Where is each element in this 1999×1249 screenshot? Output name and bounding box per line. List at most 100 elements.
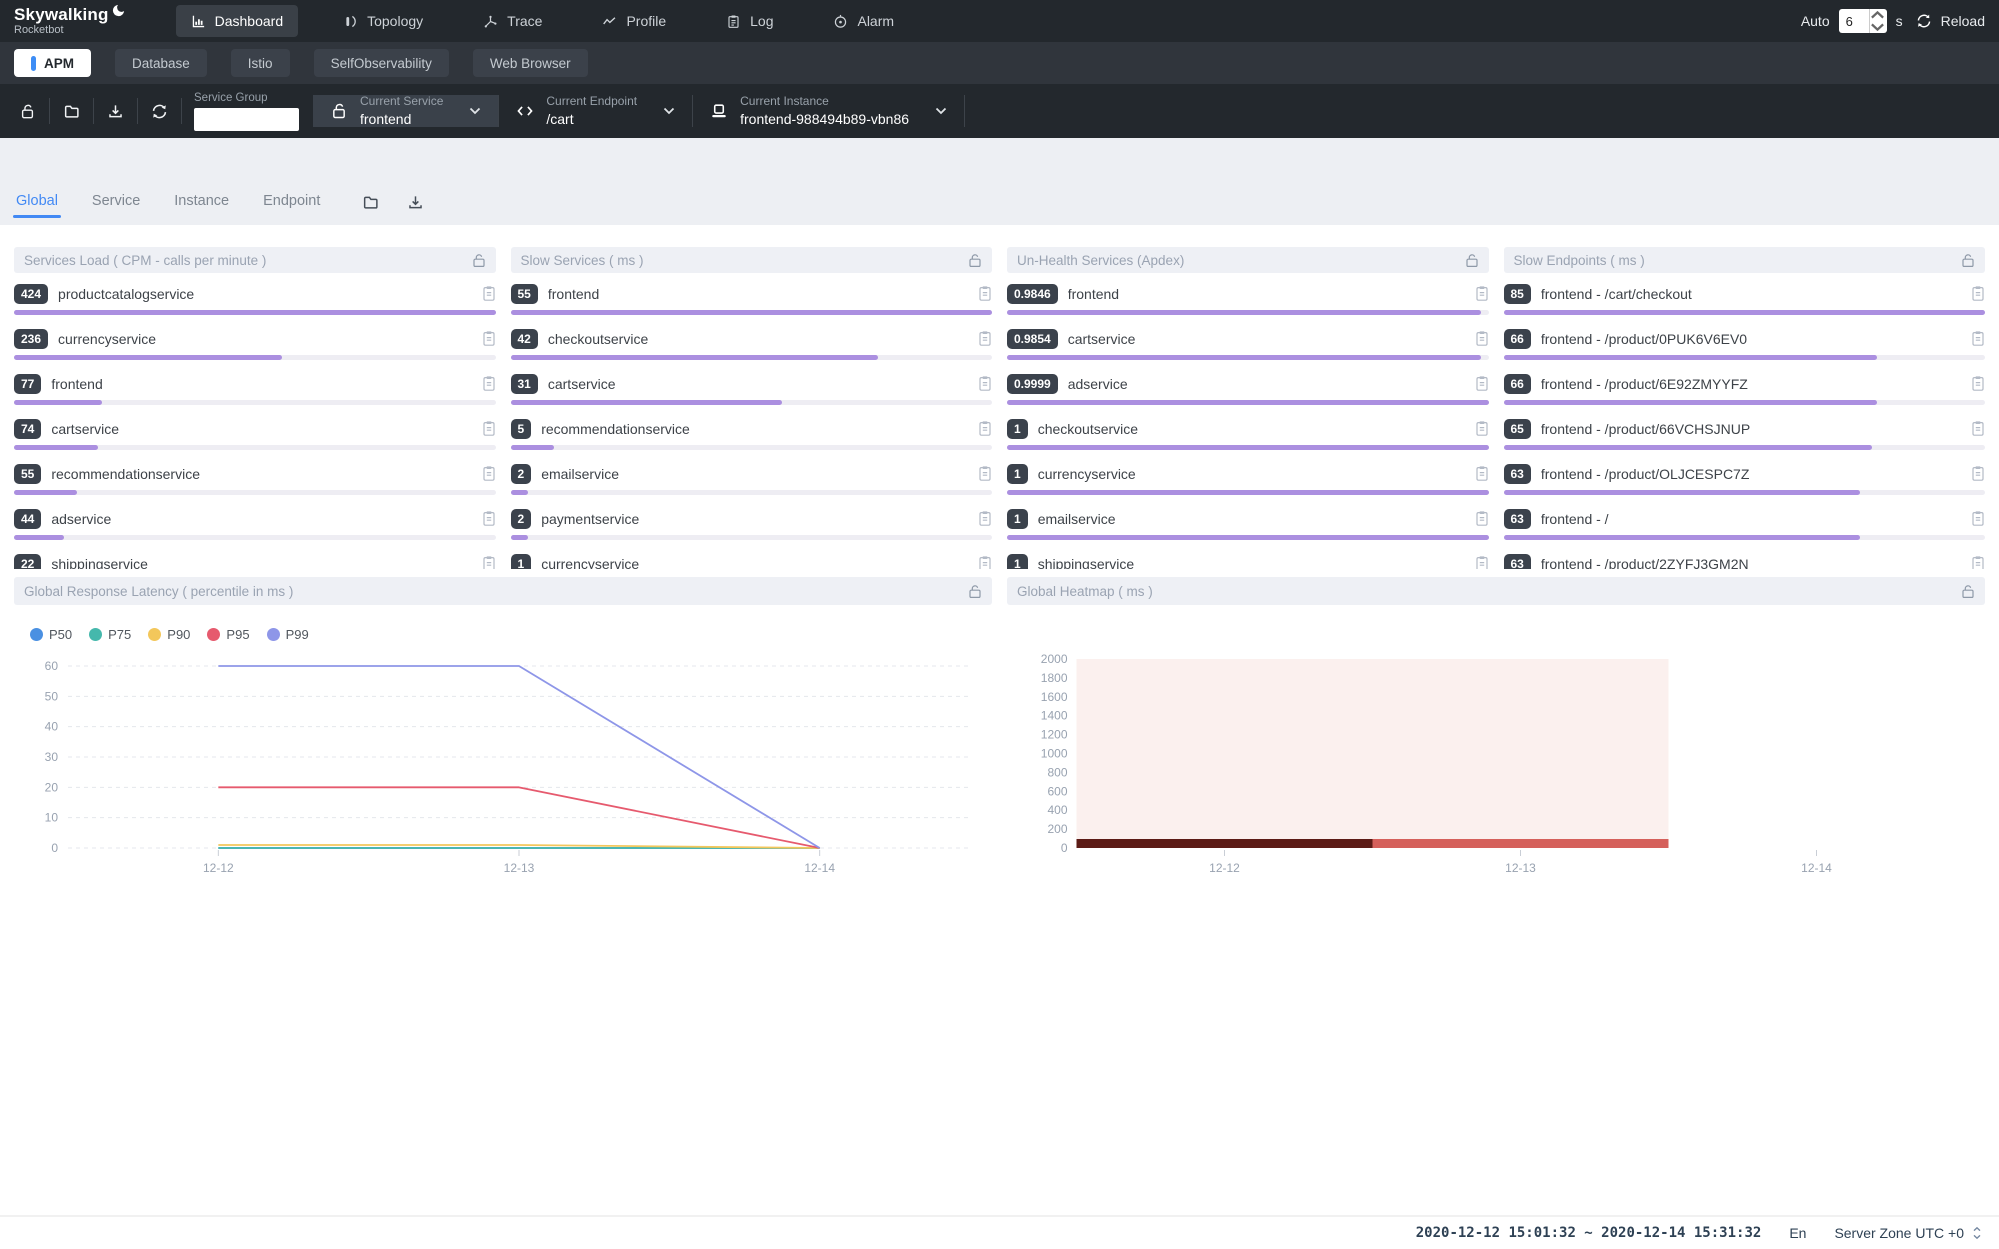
copy-icon[interactable] [978,555,992,569]
copy-icon[interactable] [1971,465,1985,482]
tool-folder-icon[interactable] [50,98,94,124]
copy-icon[interactable] [482,330,496,347]
metric-row-cartservice[interactable]: 74cartservice [14,418,496,450]
copy-icon[interactable] [482,420,496,437]
lock-icon[interactable] [1465,253,1479,268]
lock-icon[interactable] [1961,253,1975,268]
metric-row-frontend[interactable]: 77frontend [14,373,496,405]
auto-value-field[interactable] [1839,14,1869,29]
metric-row-frontend-product-2zyfj3gm2n[interactable]: 63frontend - /product/2ZYFJ3GM2N [1504,553,1986,569]
metric-row-recommendationservice[interactable]: 55recommendationservice [14,463,496,495]
time-range[interactable]: 2020-12-12 15:01:32 ~ 2020-12-14 15:31:3… [1416,1225,1762,1241]
workspace-tab-istio[interactable]: Istio [231,49,290,77]
zone-stepper[interactable] [1971,1225,1983,1241]
metric-row-frontend[interactable]: 63frontend - / [1504,508,1986,540]
service-group-input[interactable] [194,108,299,131]
metric-row-cartservice[interactable]: 31cartservice [511,373,993,405]
copy-icon[interactable] [978,510,992,527]
metric-row-frontend-product-0puk6v6ev0[interactable]: 66frontend - /product/0PUK6V6EV0 [1504,328,1986,360]
copy-icon[interactable] [1475,555,1489,569]
copy-icon[interactable] [1971,555,1985,569]
workspace-tab-database[interactable]: Database [115,49,207,77]
reload-label[interactable]: Reload [1941,13,1985,29]
copy-icon[interactable] [978,330,992,347]
nav-dashboard[interactable]: Dashboard [176,5,299,37]
metric-row-recommendationservice[interactable]: 5recommendationservice [511,418,993,450]
selector-current-instance[interactable]: Current Instancefrontend-988494b89-vbn86 [693,95,965,127]
metric-row-paymentservice[interactable]: 2paymentservice [511,508,993,540]
brand[interactable]: Skywalking Rocketbot [14,6,126,36]
copy-icon[interactable] [482,555,496,569]
tool-lock-icon[interactable] [6,98,50,124]
metric-row-currencyservice[interactable]: 236currencyservice [14,328,496,360]
copy-icon[interactable] [1475,330,1489,347]
nav-trace[interactable]: Trace [468,5,557,37]
copy-icon[interactable] [1475,375,1489,392]
nav-topology[interactable]: Topology [328,5,438,37]
metric-row-adservice[interactable]: 0.9999adservice [1007,373,1489,405]
metric-row-currencyservice[interactable]: 1currencyservice [1007,463,1489,495]
copy-icon[interactable] [482,465,496,482]
metric-row-frontend-product-6e92zmyyfz[interactable]: 66frontend - /product/6E92ZMYYFZ [1504,373,1986,405]
legend-p90[interactable]: P90 [148,627,190,642]
tab-global[interactable]: Global [16,193,58,225]
nav-profile[interactable]: Profile [587,5,681,37]
tab-service[interactable]: Service [92,193,140,225]
tool-refresh-icon[interactable] [138,98,182,124]
lock-icon[interactable] [968,253,982,268]
copy-icon[interactable] [978,420,992,437]
metric-row-shippingservice[interactable]: 22shippingservice [14,553,496,569]
tab-instance[interactable]: Instance [174,193,229,225]
tool-download-icon[interactable] [94,98,138,124]
copy-icon[interactable] [1971,285,1985,302]
metric-row-shippingservice[interactable]: 1shippingservice [1007,553,1489,569]
language-toggle[interactable]: En [1789,1225,1806,1241]
copy-icon[interactable] [1475,510,1489,527]
metric-row-frontend-cart-checkout[interactable]: 85frontend - /cart/checkout [1504,283,1986,315]
copy-icon[interactable] [1971,420,1985,437]
metric-row-frontend-product-66vchsjnup[interactable]: 65frontend - /product/66VCHSJNUP [1504,418,1986,450]
auto-interval-input[interactable] [1839,9,1887,33]
metric-row-frontend[interactable]: 55frontend [511,283,993,315]
legend-p95[interactable]: P95 [207,627,249,642]
copy-icon[interactable] [1971,510,1985,527]
workspace-tab-selfobservability[interactable]: SelfObservability [314,49,449,77]
workspace-tab-web-browser[interactable]: Web Browser [473,49,588,77]
nav-alarm[interactable]: Alarm [818,5,909,37]
legend-p99[interactable]: P99 [267,627,309,642]
copy-icon[interactable] [978,375,992,392]
copy-icon[interactable] [1971,375,1985,392]
selector-current-endpoint[interactable]: Current Endpoint/cart [499,95,693,127]
copy-icon[interactable] [1971,330,1985,347]
legend-p75[interactable]: P75 [89,627,131,642]
copy-icon[interactable] [978,285,992,302]
metric-row-checkoutservice[interactable]: 42checkoutservice [511,328,993,360]
copy-icon[interactable] [482,375,496,392]
download-icon[interactable] [407,194,424,211]
copy-icon[interactable] [1475,465,1489,482]
metric-row-cartservice[interactable]: 0.9854cartservice [1007,328,1489,360]
metric-row-emailservice[interactable]: 2emailservice [511,463,993,495]
folder-icon[interactable] [362,194,379,211]
legend-p50[interactable]: P50 [30,627,72,642]
reload-icon[interactable] [1916,13,1932,29]
copy-icon[interactable] [1475,420,1489,437]
metric-row-checkoutservice[interactable]: 1checkoutservice [1007,418,1489,450]
lock-icon[interactable] [1961,584,1975,599]
copy-icon[interactable] [1475,285,1489,302]
nav-log[interactable]: Log [711,5,788,37]
auto-stepper[interactable] [1869,9,1885,33]
metric-row-frontend[interactable]: 0.9846frontend [1007,283,1489,315]
metric-row-emailservice[interactable]: 1emailservice [1007,508,1489,540]
copy-icon[interactable] [482,285,496,302]
selector-current-service[interactable]: Current Servicefrontend [313,95,499,127]
metric-row-currencyservice[interactable]: 1currencyservice [511,553,993,569]
metric-row-adservice[interactable]: 44adservice [14,508,496,540]
copy-icon[interactable] [978,465,992,482]
workspace-tab-apm[interactable]: APM [14,49,91,77]
copy-icon[interactable] [482,510,496,527]
lock-icon[interactable] [472,253,486,268]
tab-endpoint[interactable]: Endpoint [263,193,320,225]
lock-icon[interactable] [968,584,982,599]
metric-row-frontend-product-oljcespc7z[interactable]: 63frontend - /product/OLJCESPC7Z [1504,463,1986,495]
